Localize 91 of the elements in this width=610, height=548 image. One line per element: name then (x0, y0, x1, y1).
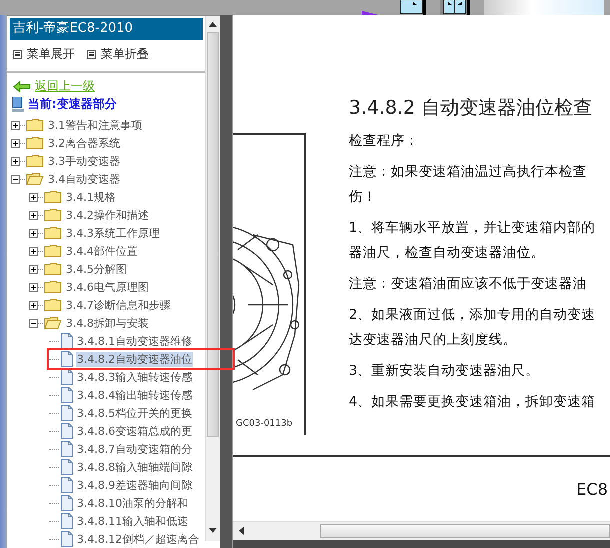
triangle-icon (362, 11, 378, 15)
page-icon (60, 531, 74, 547)
tree-item[interactable]: 3.4.8.5档位开关的更换 (76, 406, 194, 420)
tree-item[interactable]: 3.4.8.1自动变速器维修 (76, 334, 194, 348)
tree-item[interactable]: 3.4.8.9差速器轴向间隙 (76, 478, 194, 492)
tree-item[interactable]: 3.4.8.4输出轴转速传感 (76, 388, 194, 402)
page-icon (60, 495, 74, 511)
tree-item[interactable]: 3.4.8.6变速箱总成的更 (76, 424, 194, 438)
folder-icon (44, 226, 62, 240)
expand-icon[interactable] (29, 300, 38, 310)
paragraph-line: 注意：变速箱油面应该不低于变速器油 (349, 275, 588, 294)
computer-icon (12, 96, 24, 112)
expand-icon[interactable] (29, 246, 38, 256)
paragraph-line: 4、如果需要更换变速箱油，拆卸变速箱 (349, 393, 596, 412)
page-icon (60, 369, 74, 385)
tree-item[interactable]: 3.1警告和注意事项 (47, 118, 144, 132)
folder-icon (44, 190, 62, 204)
open-folder-icon (44, 316, 62, 330)
collapse-icon[interactable] (11, 174, 20, 184)
paragraph-line: 2、如果液面过低，添加专用的自动变速 (349, 306, 596, 325)
page-icon (60, 459, 74, 475)
page-icon (60, 513, 74, 529)
page-icon (60, 477, 74, 493)
tree-item[interactable]: 3.4.8.3输入轴转速传感 (76, 370, 194, 384)
paragraph-line: 注意：如果变速箱油温过高执行本检查 (349, 163, 588, 182)
paragraph-line: 伤！ (349, 188, 378, 207)
tree-item[interactable]: 3.4.6电气原理图 (65, 280, 150, 294)
page-icon (60, 441, 74, 457)
tree-item[interactable]: 3.4.2操作和描述 (65, 208, 150, 222)
menu-button[interactable]: 菜单折叠 (101, 46, 149, 63)
tree-item[interactable]: 3.3手动变速器 (47, 154, 122, 168)
expand-icon[interactable] (11, 120, 20, 130)
page-icon (60, 423, 74, 439)
folder-icon (44, 298, 62, 312)
left-arrow-icon (13, 80, 31, 92)
page-icon (60, 333, 74, 349)
expand-icon[interactable] (11, 156, 20, 166)
current-section-label: 当前:变速器部分 (28, 96, 117, 113)
section-heading: 3.4.8.2 自动变速器油位检查 (349, 96, 594, 121)
window-title: 吉利-帝豪EC8-2010 (10, 18, 203, 40)
list-icon (87, 50, 96, 59)
tree-item[interactable]: 3.4.7诊断信息和步骤 (65, 298, 172, 312)
folder-icon (44, 262, 62, 276)
page-footer-text: EC8 (576, 480, 609, 499)
scroll-down-icon[interactable] (209, 528, 217, 533)
scrollbar-thumb[interactable] (320, 524, 610, 538)
tree-item[interactable]: 3.4.8.10油泵的分解和 (76, 496, 190, 510)
page-icon (60, 405, 74, 421)
tree-item[interactable]: 3.4.4部件位置 (65, 244, 139, 258)
collapse-icon[interactable] (29, 318, 38, 328)
expand-icon[interactable] (29, 228, 38, 238)
expand-icon[interactable] (29, 264, 38, 274)
tree-item[interactable]: 3.4.8.8输入轴轴端间隙 (76, 460, 194, 474)
tree-item[interactable]: 3.2离合器系统 (47, 136, 122, 150)
vertical-scrollbar[interactable] (205, 16, 220, 541)
paragraph-line: 1、将车辆水平放置，并让变速箱内部的 (349, 219, 596, 238)
expand-icon[interactable] (29, 210, 38, 220)
tree-item[interactable]: 3.4.8.7自动变速箱的分 (76, 442, 194, 456)
tree-item[interactable]: 3.4.5分解图 (65, 262, 128, 276)
paragraph-line: 器油尺，检查自动变速器油位。 (349, 244, 546, 263)
tree-item[interactable]: 3.4.3系统工作原理 (65, 226, 161, 240)
paragraph-line: 达变速器油尺的上刻度线。 (349, 331, 518, 350)
paragraph-line: 检查程序： (349, 132, 420, 151)
figure-caption: GC03-0113b (235, 419, 294, 431)
expand-icon[interactable] (11, 138, 20, 148)
tree-item[interactable]: 3.4.8.2自动变速器油位 (76, 352, 194, 366)
page-arrow-icon[interactable] (400, 0, 426, 15)
folder-icon (26, 136, 44, 150)
folder-icon (44, 244, 62, 258)
expand-icon[interactable] (29, 192, 38, 202)
folder-icon (44, 208, 62, 222)
tree-item[interactable]: 3.4.8.11输入轴和低速 (76, 514, 190, 528)
scroll-up-icon[interactable] (209, 22, 217, 27)
horizontal-scrollbar[interactable] (233, 521, 610, 540)
open-folder-icon (26, 172, 44, 186)
folder-icon (26, 154, 44, 168)
page-arrows-icon[interactable] (440, 0, 470, 15)
scrollbar-thumb[interactable] (207, 32, 219, 437)
folder-icon (44, 280, 62, 294)
tree-item[interactable]: 3.4.1规格 (65, 190, 117, 204)
tree-item[interactable]: 3.4.8.12倒档／超速离合 (76, 532, 200, 546)
tree-item[interactable]: 3.4.8拆卸与安装 (65, 316, 150, 330)
scroll-left-icon[interactable] (239, 527, 244, 536)
expand-icon[interactable] (29, 282, 38, 292)
page-icon (60, 387, 74, 403)
tree-item[interactable]: 3.4自动变速器 (47, 172, 122, 186)
paragraph-line: 3、重新安装自动变速器油尺。 (349, 362, 541, 381)
list-icon (13, 50, 22, 59)
page-icon (60, 351, 74, 367)
folder-icon (26, 118, 44, 132)
menu-button[interactable]: 菜单展开 (27, 46, 75, 63)
